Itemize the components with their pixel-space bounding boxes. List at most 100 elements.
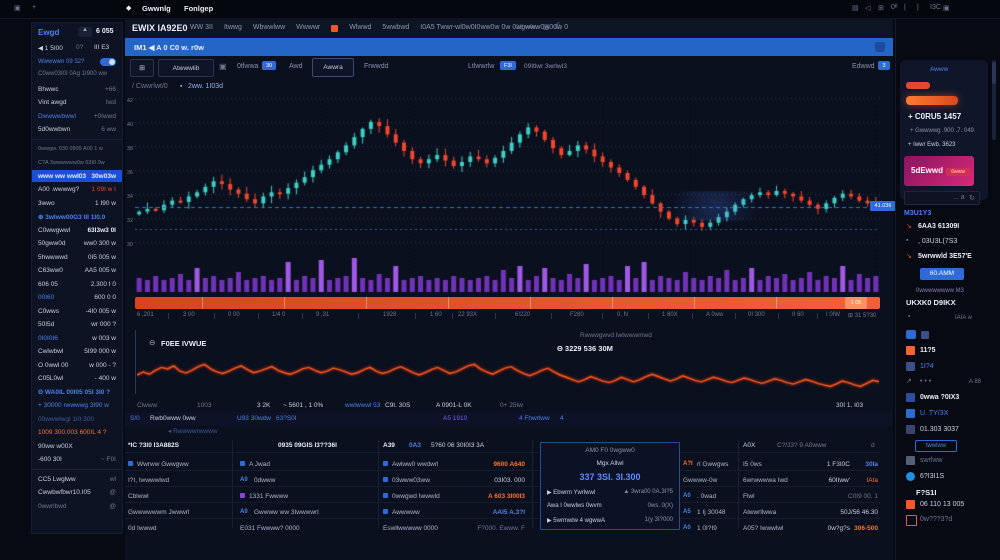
watchlist-row[interactable]: Bhwwc+66 [38,83,116,95]
titlebar-icon[interactable]: 0ᴷ [891,4,898,11]
toggle-switch[interactable] [100,58,116,66]
toolbar-badge-1[interactable]: 30 [262,61,276,70]
titlebar-icon[interactable]: | [917,4,919,11]
watchlist-row[interactable]: 0wwrlbwd@ [38,500,116,512]
table-row[interactable]: Wwrww Gwwgww [128,458,228,472]
footer-item[interactable]: Rwb0www 0ww [150,415,196,422]
titlebar-icon[interactable]: | [904,4,906,11]
small-sell-button[interactable] [906,82,930,89]
time-axis-right-label[interactable]: ⊞ 31 5?30 [848,312,876,319]
grid-view-button[interactable]: ⊞ [130,59,154,77]
tool-label[interactable]: 1I?4 [920,363,934,370]
watchlist-row[interactable]: Θ WA0IL 00I05 05I 3I0 ? [38,386,116,398]
tool-icon[interactable] [906,393,915,402]
toolbar-right-badge-2[interactable]: 3 [878,61,890,70]
titlebar-icon[interactable]: I3C [930,4,941,11]
watchlist-row[interactable]: 3wwo1 I90 w [38,197,116,209]
watchlist-row[interactable]: 5hwwwwd0I5 005 w [38,251,116,263]
plus-icon[interactable]: + [32,4,36,11]
breadcrumb-tag[interactable]: 2ww. 1I03d [188,83,223,90]
table-row[interactable]: Alwwrllwwa50J/56 46.30 [743,506,878,520]
toolbar-right-label-2[interactable]: 09Itlwr 3wrlwI3 [524,63,567,70]
window-icon[interactable]: ▣ [14,4,21,12]
nav-item[interactable]: WW 3II [190,24,213,32]
indicator-label[interactable]: F0EE IVWUE [161,339,206,348]
interval-button[interactable]: Atwwwlib [158,59,214,77]
table-row[interactable]: A51 Ij 30048 [683,506,737,520]
watchlist-row[interactable]: C?A 3wwwwww0w 63I0 0w [38,157,116,169]
watchlist-row[interactable]: 5d0wwbwn6 ww [38,124,116,136]
watchlist-row[interactable]: ⊕ 3wlww00G3 III 1I0.0 [38,211,116,223]
watchlist-row[interactable]: Dwwwwbwwl+0Iwwd [38,110,116,122]
footer-item[interactable]: 4 [560,415,564,422]
sell-button[interactable] [906,96,958,105]
footer-item[interactable]: A5 1910 [443,415,467,422]
footer-item[interactable]: 4 Fhwrlww [519,415,550,422]
watchlist-row[interactable]: 1009 300.003 600IL 4 ? [38,427,116,439]
candlestick-canvas[interactable] [135,96,880,296]
watchlist-row[interactable]: C63ww0AA5 005 w [38,265,116,277]
table-row[interactable]: A00dwww [240,474,375,488]
table-row[interactable]: A0. 0wad [683,490,737,504]
tool-label[interactable]: 0wwa ?0IX3 [920,394,959,401]
watchlist-row[interactable]: 00wwwlwgl 1I0 300 [38,413,116,425]
watchlist-row[interactable]: 00I60600 0 0 [38,292,116,304]
tool-button[interactable]: twwlww [915,440,957,452]
nav-item[interactable]: Wwwwr [296,24,320,32]
order-link[interactable]: Awww [930,66,948,73]
tool-label[interactable]: U. TY/3X [920,410,948,417]
table-row[interactable]: Gwwwwwwm Jwwwrl [128,506,228,520]
table-row[interactable]: 0d Iwwwd [128,522,228,536]
tool-label[interactable]: 01.303 3037 [920,426,959,433]
watchlist-row[interactable]: C0wws-4I0 005 w [38,305,116,317]
table-row[interactable]: Gwwww-0w [683,474,737,488]
breadcrumb-path[interactable]: / Cwwrlwt/0 [132,83,168,90]
indicator-line-canvas[interactable] [137,352,879,396]
table-row[interactable]: A0Gwwww ww 3Iwwwwrl [240,506,375,520]
banner-close-icon[interactable] [875,42,885,52]
footer-item[interactable]: 63?S0I [276,415,297,422]
tool-icon[interactable] [906,425,915,434]
table-row[interactable]: I5 0ws1 F3I0C30Ia [743,458,878,472]
sidebar-filter-label[interactable]: Wwwwwn 09 32? [38,59,84,65]
alert-icon[interactable] [906,515,917,526]
quantity-input[interactable]: ... a ↻ [904,191,980,205]
table-row[interactable]: 03www03ww03I03. 000 [383,474,525,488]
table-row[interactable]: A Jwad [240,458,375,472]
toolbar-label-3[interactable]: Frwwdd [364,63,389,70]
settings-square-icon[interactable] [921,331,929,339]
footer-sublink[interactable]: ◂ Rwwwwrwwww [168,427,217,435]
table-row[interactable]: A01 0I?I9 [683,522,737,536]
watchlist-row[interactable]: A00 .wwwwg?1 09I w I [38,184,116,196]
tool-icon[interactable] [906,346,915,355]
layout-icon[interactable]: ▥ [543,23,550,31]
table-row[interactable]: A05? Iwwwlwl0w?g?s306-500 [743,522,878,536]
tool-icon[interactable] [906,409,915,418]
panel-row-label[interactable]: ▶ 5wrmwlw 4 wgwwA [547,517,605,524]
watchlist-row[interactable]: -600 30I~ F0I [38,454,116,466]
nav-item[interactable]: Wlwwd [349,24,371,32]
watchlist-row[interactable]: Cwlwbwl5I99 000 w [38,346,116,358]
tool-icon[interactable] [906,472,915,481]
table-row[interactable]: I?I, Iwwwwlwd [128,474,228,488]
sidebar-title[interactable]: Ewgd [38,28,59,37]
price-tag[interactable]: 41.036 [870,201,896,211]
tool-label[interactable]: • • • [920,378,931,385]
position-row[interactable]: 6AA3 61309I [918,223,959,230]
titlebar-icon[interactable]: ◁ [865,4,870,12]
position-row[interactable]: , 03U3L(7S3 [918,238,957,245]
watchlist-row[interactable]: + 30000 rwwwwg 3I90 w [38,400,116,412]
watchlist-row[interactable]: 606 052.300 I 0 [38,278,116,290]
table-row[interactable]: FlwlC0I9 00. 1 [743,490,878,504]
watchlist-row[interactable]: O 0wwl 00w 000 - ? [38,359,116,371]
watchlist-row[interactable]: 50gww0dww0 300 w [38,238,116,250]
buy-panel-pill[interactable]: 6www [946,168,970,176]
watchlist-row[interactable]: Vint awgdIwd [38,97,116,109]
tool-label[interactable]: 6?I3I1S [920,473,944,480]
order-info-panel[interactable]: AM0 F0 0wgww0Mgx Allwl337 3SI. 3I.300▶ E… [540,442,680,530]
right-scrollbar[interactable] [992,60,996,140]
buy-panel[interactable]: 5dEwwd 6www [904,156,974,186]
toolbar-right-label-1[interactable]: Ltlwwrlw [468,63,494,70]
watchlist-row[interactable]: 0wwgw. 030 0909 A00 1 w [38,143,116,155]
footer-item[interactable]: S/0 [130,415,140,422]
